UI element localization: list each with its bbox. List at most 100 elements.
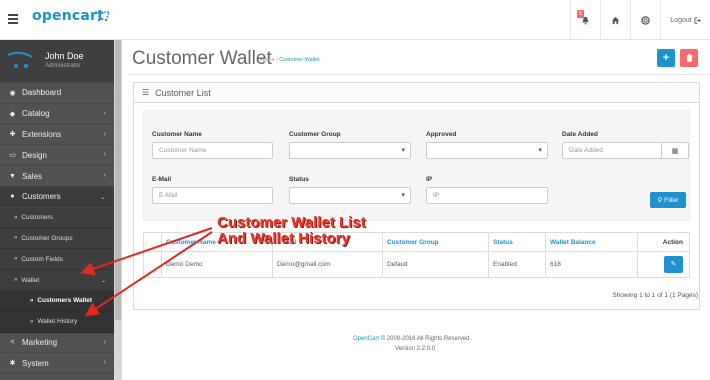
sidebar-item-design[interactable]: ▭ Design › <box>0 145 114 167</box>
cog-icon: ✱ <box>9 360 16 368</box>
footer-copyright-text: © 2009-2016 All Rights Reserved. <box>380 336 472 342</box>
sidebar-subitem-customers[interactable]: » Customers <box>0 207 114 229</box>
plus-icon: + <box>662 52 670 64</box>
home-button[interactable] <box>600 0 630 40</box>
filter-button-label: Filter <box>664 196 679 204</box>
breadcrumb-home[interactable]: Home <box>260 57 275 63</box>
customer-list-panel: ☰ Customer List Customer Name Customer N… <box>133 82 700 310</box>
chevron-right-icon: › <box>103 359 106 367</box>
panel-heading: ☰ Customer List <box>134 83 699 103</box>
col-customer-group[interactable]: Customer Group <box>382 232 489 252</box>
sidebar-item-catalog[interactable]: ◆ Catalog › <box>0 104 114 125</box>
col-action: Action <box>637 232 690 252</box>
sidebar-item-marketing[interactable]: < Marketing › <box>0 333 114 354</box>
sidebar-subitem-label: Customers <box>21 214 53 222</box>
sidebar-item-extensions[interactable]: ✚ Extensions › <box>0 125 114 146</box>
sidebar-subitem-wallet[interactable]: » Wallet ⌄ <box>0 270 114 291</box>
chevron-down-icon: ⌄ <box>100 278 106 285</box>
approved-select[interactable] <box>426 142 548 159</box>
annotation-line-1: Customer Wallet List <box>217 214 366 231</box>
cell-action: ✎ <box>637 251 690 278</box>
table-row: Demo Demo Demo@gmail.com Default Enabled… <box>143 251 690 278</box>
sidebar-item-sales[interactable]: ▼ Sales › <box>0 166 114 187</box>
approved-label: Approved <box>426 131 457 138</box>
double-chevron-icon: » <box>14 256 18 263</box>
trash-icon <box>686 54 692 62</box>
ip-input[interactable]: IP <box>426 187 548 204</box>
avatar <box>7 51 33 68</box>
puzzle-icon: ✚ <box>9 131 16 139</box>
dashboard-icon: ◉ <box>9 89 16 97</box>
email-label: E-Mail <box>152 176 172 183</box>
col-wallet-balance[interactable]: Wallet Balance <box>545 232 638 252</box>
panel-title: Customer List <box>155 87 211 98</box>
profile-name: John Doe <box>45 51 84 61</box>
user-icon: ● <box>10 193 15 201</box>
double-chevron-icon: » <box>30 297 34 304</box>
filter-box: Customer Name Customer Name Customer Gro… <box>143 110 690 221</box>
pagination-text: Showing 1 to 1 of 1 (1 Pages) <box>612 292 698 299</box>
status-label: Status <box>289 176 309 183</box>
top-header: opencart 5 Logout <box>0 0 710 40</box>
filter-button[interactable]: ⚲ Filter <box>650 192 686 208</box>
calendar-button[interactable]: ▦ <box>661 142 689 159</box>
calendar-icon: ▦ <box>671 147 679 155</box>
sidebar-item-label: Marketing <box>22 337 58 347</box>
status-select[interactable] <box>289 187 411 204</box>
email-input[interactable]: E-Mail <box>152 187 273 204</box>
customer-group-label: Customer Group <box>289 131 341 138</box>
chevron-down-icon: ⌄ <box>100 193 106 201</box>
share-icon: < <box>10 338 15 346</box>
cell-status: Enabled <box>488 251 546 278</box>
menu-toggle-icon[interactable] <box>8 14 18 24</box>
double-chevron-icon: » <box>30 318 34 325</box>
date-added-label: Date Added <box>562 131 598 138</box>
date-added-input[interactable]: Date Added <box>562 142 662 159</box>
notifications-button[interactable]: 5 <box>570 0 600 40</box>
cell-email: Demo@gmail.com <box>272 251 383 278</box>
breadcrumb-current[interactable]: Customer Wallet <box>279 57 319 63</box>
sidebar-item-label: Extensions <box>22 129 62 139</box>
sidebar-subitem-custom-fields[interactable]: » Custom Fields <box>0 249 114 271</box>
delete-button[interactable] <box>680 49 698 67</box>
cell-customer-group: Default <box>382 251 489 278</box>
chevron-right-icon: › <box>103 338 106 346</box>
cart-icon: ▼ <box>9 172 16 180</box>
sidebar-subitem-label: Customer Groups <box>21 234 73 242</box>
sidebar-subitem-customer-groups[interactable]: » Customer Groups <box>0 228 114 250</box>
sidebar-item-system[interactable]: ✱ System › <box>0 353 114 375</box>
add-button[interactable]: + <box>657 49 675 67</box>
help-button[interactable] <box>630 0 660 40</box>
sidebar-subitem-label: Custom Fields <box>21 255 63 263</box>
annotation-line-2: And Wallet History <box>217 230 350 247</box>
lifebuoy-icon <box>641 15 650 25</box>
logout-label: Logout <box>670 16 692 24</box>
sidebar-item-dashboard[interactable]: ◉ Dashboard <box>0 83 114 104</box>
monitor-icon: ▭ <box>9 152 16 160</box>
sidebar-item-label: Sales <box>22 171 43 181</box>
sidebar-item-customers[interactable]: ● Customers ⌄ <box>0 186 114 208</box>
sidebar-item-label: Customers <box>22 192 61 202</box>
sign-out-icon <box>694 16 701 24</box>
edit-button[interactable]: ✎ <box>664 256 683 273</box>
sidebar-subitem-wallet-history[interactable]: » Wallet History <box>0 311 114 333</box>
logout-button[interactable]: Logout <box>660 0 710 40</box>
sidebar-subitem-customers-wallet[interactable]: » Customers Wallet <box>0 290 114 312</box>
customer-name-input[interactable]: Customer Name <box>152 142 273 159</box>
breadcrumb: Home / Customer Wallet <box>260 57 320 63</box>
row-checkbox[interactable] <box>143 251 162 278</box>
select-all-header[interactable] <box>143 232 162 252</box>
double-chevron-icon: » <box>14 214 18 221</box>
double-chevron-icon: » <box>14 235 18 242</box>
user-profile[interactable]: John Doe Administrator <box>0 40 114 83</box>
sidebar-item-label: System <box>22 358 49 368</box>
sidebar-scrollbar-thumb[interactable] <box>115 40 121 320</box>
footer-copyright: OpenCart © 2009-2016 All Rights Reserved… <box>353 336 471 342</box>
footer-brand-link[interactable]: OpenCart <box>353 336 379 342</box>
customer-group-select[interactable] <box>289 142 411 159</box>
tag-icon: ◆ <box>9 110 16 118</box>
col-status[interactable]: Status <box>488 232 546 252</box>
page-title: Customer Wallet <box>132 48 272 69</box>
chevron-right-icon: › <box>103 151 106 159</box>
sidebar: John Doe Administrator ◉ Dashboard ◆ Cat… <box>0 40 114 380</box>
